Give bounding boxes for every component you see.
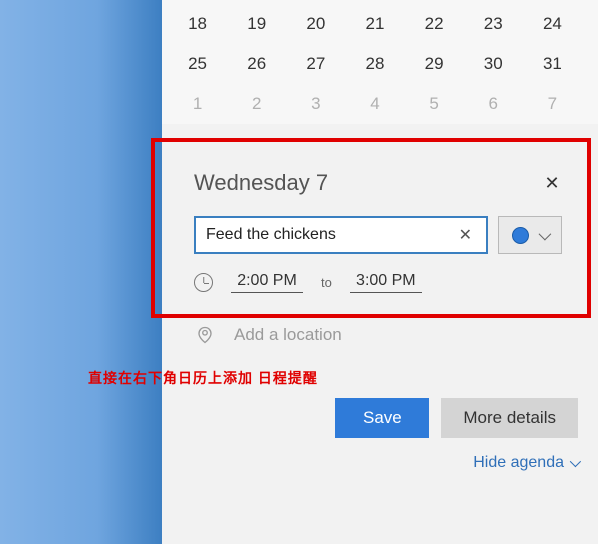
calendar-day[interactable]: 19 [232,14,282,34]
location-placeholder[interactable]: Add a location [234,325,342,345]
calendar-row: 1 2 3 4 5 6 7 [162,84,598,124]
save-button[interactable]: Save [335,398,429,438]
calendar-day[interactable]: 29 [409,54,459,74]
to-label: to [321,275,332,290]
calendar-day[interactable]: 21 [350,14,400,34]
calendar-day-next-month[interactable]: 1 [173,94,223,114]
event-name-input[interactable] [206,226,453,244]
calendar-day[interactable]: 28 [350,54,400,74]
location-row[interactable]: Add a location [194,319,562,345]
os-accent-band [0,0,162,544]
chevron-down-icon [570,456,581,467]
calendar-day[interactable]: 31 [527,54,577,74]
hide-agenda-label: Hide agenda [473,454,564,472]
calendar-day-next-month[interactable]: 3 [291,94,341,114]
color-dot-icon [512,227,529,244]
end-time-picker[interactable]: 3:00 PM [350,272,422,293]
button-row: Save More details [335,398,578,438]
new-event-popup: Wednesday 7 ✕ ✕ 2:00 PM to 3:00 PM Add a… [170,152,586,355]
calendar-day-next-month[interactable]: 5 [409,94,459,114]
calendar-day[interactable]: 18 [173,14,223,34]
location-icon [196,326,214,344]
calendar-day[interactable]: 23 [468,14,518,34]
calendar-day[interactable]: 20 [291,14,341,34]
calendar-day-next-month[interactable]: 6 [468,94,518,114]
calendar-grid: 18 19 20 21 22 23 24 25 26 27 28 29 30 3… [162,0,598,124]
calendar-day-next-month[interactable]: 7 [527,94,577,114]
calendar-day[interactable]: 25 [173,54,223,74]
calendar-day[interactable]: 22 [409,14,459,34]
hide-agenda-link[interactable]: Hide agenda [473,454,578,472]
clear-input-icon[interactable]: ✕ [453,225,478,245]
calendar-row: 18 19 20 21 22 23 24 [162,4,598,44]
popup-date-title: Wednesday 7 [194,170,328,196]
clock-icon [194,273,213,292]
close-icon[interactable]: ✕ [542,173,562,194]
calendar-day[interactable]: 24 [527,14,577,34]
calendar-day-next-month[interactable]: 2 [232,94,282,114]
chevron-down-icon [539,227,552,240]
start-time-picker[interactable]: 2:00 PM [231,272,303,293]
event-name-field-wrap[interactable]: ✕ [194,216,488,254]
annotation-text: 直接在右下角日历上添加 日程提醒 [88,368,318,388]
calendar-color-picker[interactable] [498,216,562,254]
time-row: 2:00 PM to 3:00 PM [194,272,562,293]
calendar-day-next-month[interactable]: 4 [350,94,400,114]
calendar-day[interactable]: 27 [291,54,341,74]
more-details-button[interactable]: More details [441,398,578,438]
calendar-day[interactable]: 26 [232,54,282,74]
calendar-row: 25 26 27 28 29 30 31 [162,44,598,84]
calendar-day[interactable]: 30 [468,54,518,74]
